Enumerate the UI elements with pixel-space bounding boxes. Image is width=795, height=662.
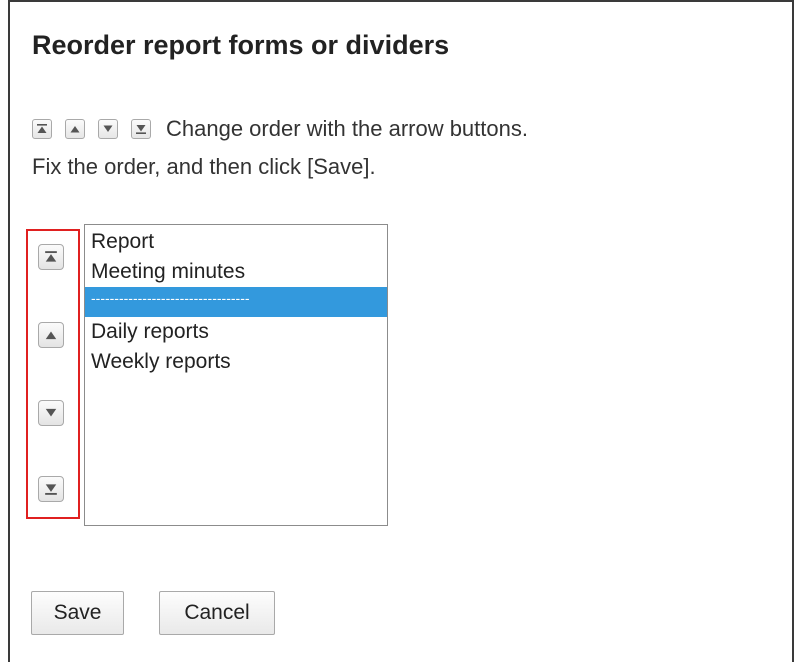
move-to-top-icon [32, 119, 52, 139]
list-item-daily-reports[interactable]: Daily reports [85, 317, 387, 347]
instruction-line-1: Change order with the arrow buttons. [32, 114, 528, 144]
instruction-text-1: Change order with the arrow buttons. [166, 116, 528, 141]
order-listbox[interactable]: Report Meeting minutes -----------------… [84, 224, 388, 526]
move-up-icon [44, 328, 58, 342]
move-down-icon [44, 406, 58, 420]
list-item-report[interactable]: Report [85, 227, 387, 257]
list-item-divider[interactable]: ---------------------------------- [85, 287, 387, 317]
order-buttons-highlight [26, 229, 80, 519]
cancel-button[interactable]: Cancel [159, 591, 275, 635]
move-up-icon [65, 119, 85, 139]
list-item-meeting-minutes[interactable]: Meeting minutes [85, 257, 387, 287]
instruction-text-2: Fix the order, and then click [Save]. [32, 154, 376, 179]
page-title: Reorder report forms or dividers [32, 30, 450, 60]
move-to-top-icon [44, 250, 58, 264]
move-to-top-button[interactable] [38, 244, 64, 270]
save-button[interactable]: Save [31, 591, 124, 635]
move-up-button[interactable] [38, 322, 64, 348]
move-to-bottom-icon [131, 119, 151, 139]
list-item-weekly-reports[interactable]: Weekly reports [85, 347, 387, 377]
move-to-bottom-icon [44, 482, 58, 496]
move-down-icon [98, 119, 118, 139]
move-to-bottom-button[interactable] [38, 476, 64, 502]
move-down-button[interactable] [38, 400, 64, 426]
